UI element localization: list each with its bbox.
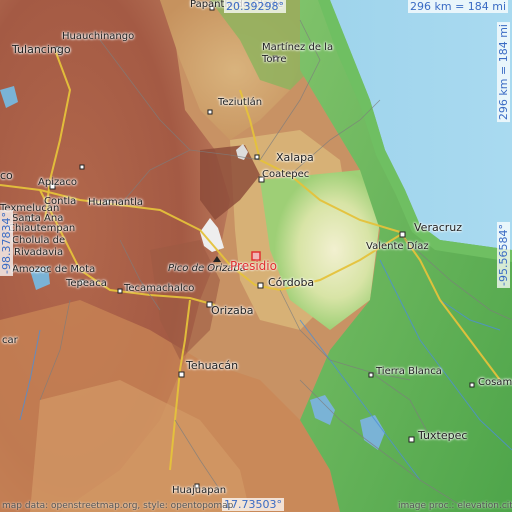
- place-label-tulancingo: Tulancingo: [12, 43, 71, 56]
- place-label-huauchinango: Huauchinango: [62, 31, 135, 42]
- place-label-teziutlan: Teziutlán: [218, 97, 263, 108]
- place-label-cholula: Cholula de: [12, 235, 66, 246]
- place-label-atlixco-partial: car: [2, 335, 18, 346]
- scale-vertical: 296 km = 184 mi: [497, 22, 510, 123]
- place-label-cosamaloapan-partial: Cosama: [478, 377, 512, 388]
- place-label-valente-diaz: Valente Díaz: [366, 241, 429, 252]
- place-label-cordoba: Córdoba: [268, 276, 315, 289]
- place-label-amozoc: Amozoc de Mota: [12, 264, 96, 275]
- place-label-contla: Contla: [44, 196, 77, 207]
- place-label-apizaco: Apizaco: [38, 177, 77, 188]
- place-label-tecamachalco: Tecamachalco: [124, 283, 195, 294]
- marker-label-presidio[interactable]: Presidio: [230, 260, 277, 272]
- coord-lon-left: -98.37834°: [0, 210, 13, 276]
- coord-lat-top: 20.39298°: [224, 0, 286, 13]
- coord-lon-right: -95.56584°: [497, 222, 510, 288]
- place-label-orizaba: Orizaba: [211, 304, 254, 317]
- place-label-tehuacan: Tehuacán: [186, 359, 239, 372]
- place-label-martinez: Martínez de la Torre: [262, 42, 334, 65]
- place-label-coatepec: Coatepec: [262, 169, 310, 180]
- map-credit: map data: openstreetmap.org, style: open…: [2, 501, 234, 511]
- image-credit: image proc.: elevation.city: [398, 501, 512, 511]
- topographic-map[interactable]: Papantla de Olarte Huauchinango Tulancin…: [0, 0, 512, 512]
- place-label-veracruz: Veracruz: [414, 221, 463, 234]
- place-label-huajuapan: Huajuapan: [172, 485, 227, 496]
- place-label-huamantla: Huamantla: [88, 197, 144, 208]
- place-label-chiautempan: Chiautempan: [8, 223, 76, 234]
- place-label-pachuca-partial: co: [0, 169, 13, 182]
- place-label-xalapa: Xalapa: [276, 151, 314, 164]
- place-label-rivadavia: Rivadavia: [14, 247, 64, 258]
- scale-horizontal: 296 km = 184 mi: [408, 0, 509, 13]
- place-label-tepeaca: Tepeaca: [66, 278, 107, 289]
- place-label-tuxtepec: Tuxtepec: [418, 429, 468, 442]
- place-label-tierra-blanca: Tierra Blanca: [376, 366, 442, 377]
